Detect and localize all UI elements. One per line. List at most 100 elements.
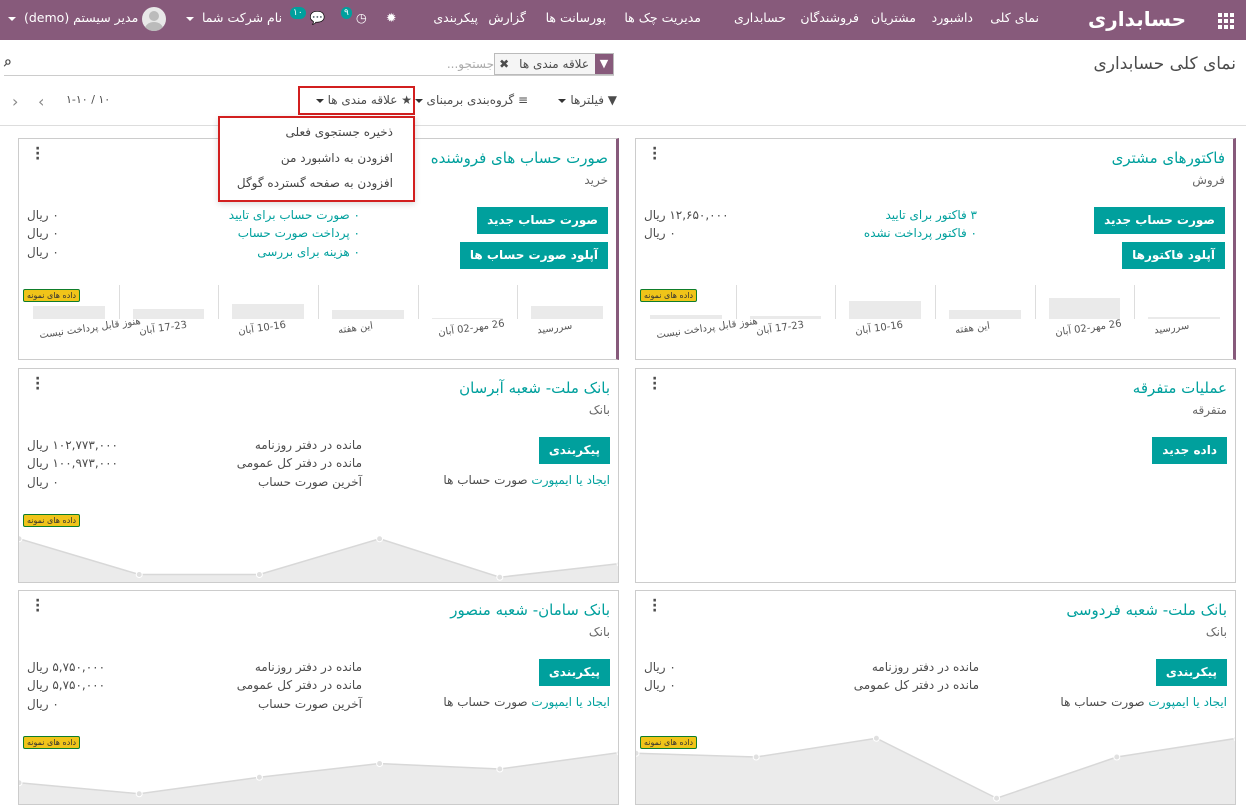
expenses-to-review[interactable]: ۰ هزینه برای بررسی bbox=[257, 245, 360, 259]
filter-icon: ▼ bbox=[607, 93, 617, 107]
pager-next-icon[interactable]: › bbox=[38, 92, 44, 111]
card-menu-icon[interactable]: · · · bbox=[652, 594, 657, 618]
apps-menu-icon[interactable] bbox=[1218, 13, 1234, 29]
chart-bar[interactable] bbox=[649, 314, 722, 319]
create-link[interactable]: ایجاد bbox=[587, 695, 610, 709]
pager-previous-icon[interactable]: ‹ bbox=[12, 92, 18, 111]
chart-bar[interactable] bbox=[948, 310, 1021, 319]
pager-value[interactable]: ۱-۱۰ / ۱۰ bbox=[66, 93, 110, 106]
add-to-dashboard-item[interactable]: افزودن به داشبورد من bbox=[281, 151, 393, 165]
search-input[interactable]: جستجو... bbox=[447, 57, 494, 71]
bills-to-validate[interactable]: ۰ صورت حساب برای تایید bbox=[229, 208, 360, 222]
card-bank-mellat-abresan: بانک ملت- شعبه آبرسان بانک · · · پیکربندی … bbox=[18, 368, 619, 583]
search-bar[interactable]: ▼ علاقه مندی ها ✖ جستجو... ⌕ bbox=[4, 52, 614, 76]
activity-menu[interactable]: ۹ ◷ bbox=[341, 0, 367, 40]
new-bill-button[interactable]: صورت حساب جدید bbox=[477, 207, 608, 234]
card-menu-icon[interactable]: · · · bbox=[652, 372, 657, 396]
new-invoice-button[interactable]: صورت حساب جدید bbox=[1094, 207, 1225, 234]
configure-button[interactable]: پیکربندی bbox=[1155, 659, 1227, 686]
bank-balance-line-chart[interactable] bbox=[636, 721, 1235, 804]
add-to-google-sheet-item[interactable]: افزودن به صفحه گسترده گوگل bbox=[237, 176, 393, 190]
chart-bar[interactable] bbox=[531, 305, 604, 319]
debug-icon[interactable]: ✹ bbox=[386, 0, 396, 40]
search-icon[interactable]: ⌕ bbox=[4, 54, 12, 70]
user-avatar bbox=[142, 6, 167, 31]
invoices-bar-chart[interactable]: هنوز قابل پرداخت نیست 17-23 آبان 10-16 آبا… bbox=[636, 285, 1233, 359]
menu-check-management[interactable]: مدیریت چک ها bbox=[624, 0, 701, 40]
chart-bar[interactable] bbox=[32, 305, 105, 319]
facet-label: علاقه مندی ها bbox=[519, 57, 589, 71]
app-brand[interactable]: حسابداری bbox=[1088, 0, 1186, 40]
menu-overview[interactable]: نمای کلی bbox=[990, 0, 1039, 40]
configure-button[interactable]: پیکربندی bbox=[538, 437, 610, 464]
import-link[interactable]: یا ایمپورت bbox=[531, 473, 582, 487]
chart-point bbox=[376, 535, 384, 543]
chart-bar[interactable] bbox=[132, 308, 205, 319]
chart-bar[interactable] bbox=[331, 310, 404, 319]
company-switcher[interactable]: نام شرکت شما bbox=[182, 0, 282, 40]
ledger-balance-amount: ۱۰۰,۹۷۳,۰۰۰ ریال bbox=[27, 456, 118, 470]
chart-point bbox=[1113, 753, 1121, 761]
card-menu-icon[interactable]: · · · bbox=[35, 142, 40, 166]
bills-bar-chart[interactable]: هنوز قابل پرداخت نیست 17-23 آبان 10-16 آبا… bbox=[19, 285, 616, 359]
chart-bar[interactable] bbox=[1148, 316, 1221, 319]
chart-point bbox=[255, 773, 263, 781]
card-subtitle: بانک bbox=[1205, 625, 1227, 639]
card-menu-icon[interactable]: · · · bbox=[35, 594, 40, 618]
ledger-balance-label: مانده در دفتر کل عمومی bbox=[853, 678, 979, 692]
search-facet[interactable]: ▼ علاقه مندی ها ✖ bbox=[494, 53, 614, 75]
user-menu[interactable]: مدیر سیستم (demo) bbox=[4, 0, 167, 40]
facet-remove-icon[interactable]: ✖ bbox=[495, 54, 513, 74]
card-title[interactable]: بانک ملت- شعبه فردوسی bbox=[1066, 601, 1227, 619]
chart-gridline bbox=[417, 285, 419, 319]
statements-label: صورت حساب ها bbox=[443, 473, 528, 487]
menu-vendors[interactable]: فروشندگان bbox=[800, 0, 859, 40]
chart-area bbox=[19, 538, 618, 582]
upload-bills-button[interactable]: آپلود صورت حساب ها bbox=[459, 242, 608, 269]
save-current-search-item[interactable]: ذخیره جستجوی فعلی bbox=[285, 125, 393, 139]
create-link[interactable]: ایجاد bbox=[1204, 695, 1227, 709]
chart-bar[interactable] bbox=[849, 301, 922, 319]
bank-balance-line-chart[interactable] bbox=[19, 741, 618, 804]
import-link[interactable]: یا ایمپورت bbox=[1148, 695, 1199, 709]
card-title[interactable]: بانک ملت- شعبه آبرسان bbox=[459, 379, 610, 397]
journal-balance-label: مانده در دفتر روزنامه bbox=[871, 660, 979, 674]
menu-commissions[interactable]: پورسانت ها bbox=[546, 0, 606, 40]
filters-button[interactable]: ▼ فیلترها bbox=[554, 93, 617, 107]
card-bank-saman-mansour: بانک سامان- شعبه منصور بانک · · · پیکربندی… bbox=[18, 590, 619, 805]
create-link[interactable]: ایجاد bbox=[587, 473, 610, 487]
new-entry-button[interactable]: داده جدید bbox=[1152, 437, 1227, 464]
groupby-button[interactable]: ≡ گروه‌بندی برمبنای bbox=[411, 93, 528, 107]
invoices-to-validate[interactable]: ۳ فاکتور برای تایید bbox=[885, 208, 977, 222]
ledger-balance-amount: ۵,۷۵۰,۰۰۰ ریال bbox=[27, 678, 106, 692]
sample-data-badge: داده های نمونه bbox=[23, 736, 81, 749]
card-title[interactable]: صورت حساب های فروشنده bbox=[431, 149, 608, 167]
menu-accounting[interactable]: حسابداری bbox=[734, 0, 786, 40]
card-subtitle: بانک bbox=[588, 403, 610, 417]
import-link[interactable]: یا ایمپورت bbox=[531, 695, 582, 709]
chart-bar[interactable] bbox=[1048, 298, 1121, 319]
sample-data-badge: داده های نمونه bbox=[23, 289, 81, 302]
card-menu-icon[interactable]: · · · bbox=[35, 372, 40, 396]
upload-invoices-button[interactable]: آپلود فاکتورها bbox=[1122, 242, 1225, 269]
chart-x-label: سررسید bbox=[536, 320, 574, 337]
bills-to-pay[interactable]: ۰ پرداخت صورت حساب bbox=[238, 226, 360, 240]
invoices-unpaid[interactable]: ۰ فاکتور پرداخت نشده bbox=[864, 226, 977, 240]
favorites-dropdown: ذخیره جستجوی فعلی افزودن به داشبورد من ا… bbox=[218, 116, 415, 202]
chart-x-label: هنوز قابل پرداخت نیست bbox=[38, 315, 142, 342]
chart-bar[interactable] bbox=[232, 304, 305, 319]
card-title[interactable]: فاکتورهای مشتری bbox=[1112, 149, 1225, 167]
chart-bar[interactable] bbox=[749, 316, 822, 319]
card-title[interactable]: عملیات متفرقه bbox=[1133, 379, 1227, 397]
menu-dashboard[interactable]: داشبورد bbox=[932, 0, 973, 40]
bank-balance-line-chart[interactable] bbox=[19, 519, 618, 582]
menu-reporting[interactable]: گزارش bbox=[488, 0, 526, 40]
card-menu-icon[interactable]: · · · bbox=[652, 142, 657, 166]
messaging-menu[interactable]: ۱۰ 💬 bbox=[290, 0, 325, 40]
menu-customers[interactable]: مشتریان bbox=[871, 0, 916, 40]
chart-point bbox=[135, 571, 143, 578]
menu-configuration[interactable]: پیکربندی bbox=[433, 0, 478, 40]
configure-button[interactable]: پیکربندی bbox=[538, 659, 610, 686]
card-title[interactable]: بانک سامان- شعبه منصور bbox=[450, 601, 610, 619]
journal-balance-label: مانده در دفتر روزنامه bbox=[254, 660, 362, 674]
